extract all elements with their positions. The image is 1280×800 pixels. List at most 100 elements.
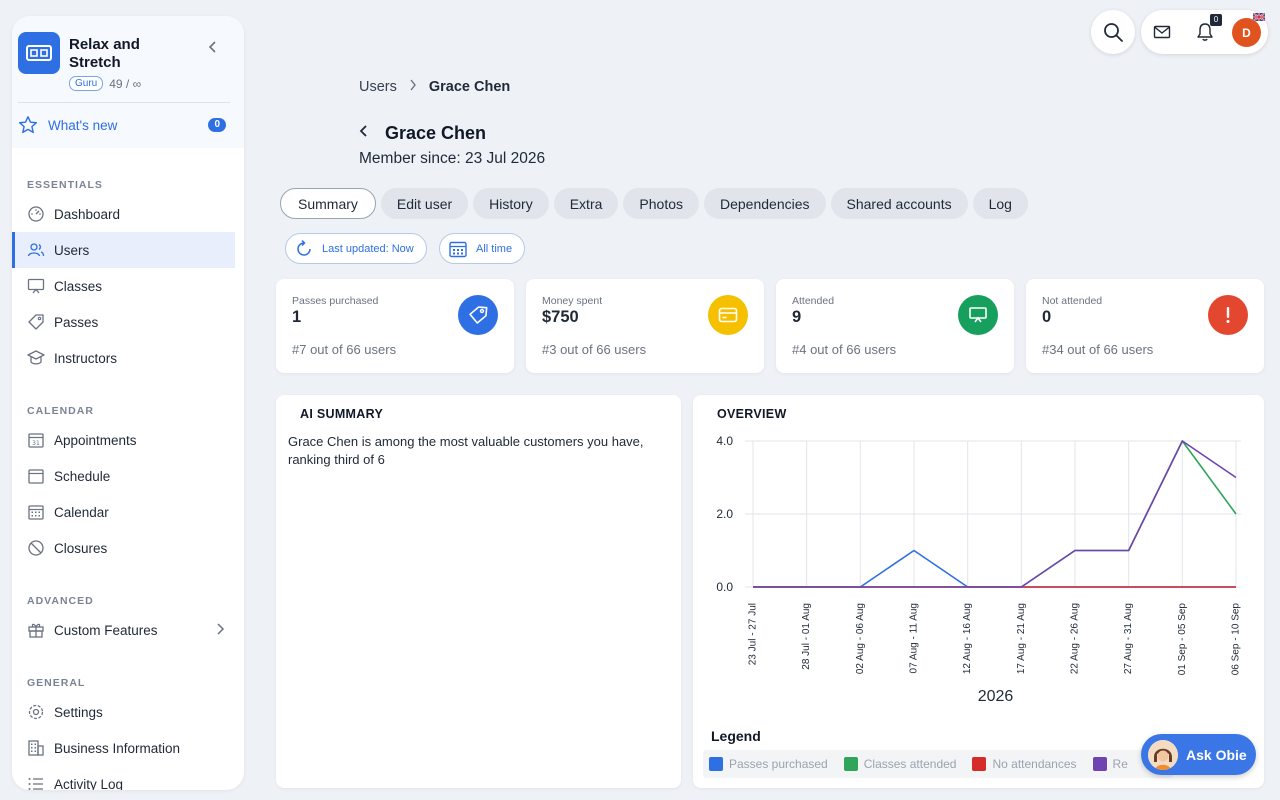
section-calendar: CALENDAR [27,405,94,417]
ai-summary-panel: AI SUMMARY Grace Chen is among the most … [276,395,681,788]
breadcrumb: Users Grace Chen [359,79,510,95]
sidebar-item-calendar[interactable]: Calendar [12,494,235,530]
last-updated-label: Last updated: Now [322,242,414,255]
mail-icon[interactable] [1153,23,1171,41]
collapse-sidebar-icon[interactable] [206,40,222,56]
stat-rank: #34 out of 66 users [1042,342,1154,357]
presentation-icon [958,295,998,335]
building-icon [27,739,45,757]
tab-shared-accounts[interactable]: Shared accounts [830,188,968,219]
x-tick-label: 28 Jul - 01 Aug [801,603,812,670]
legend-title: Legend [711,728,761,744]
date-range-label: All time [476,242,513,255]
x-tick-label: 12 Aug - 16 Aug [962,603,973,674]
sidebar-item-settings[interactable]: Settings [12,694,235,730]
tab-log[interactable]: Log [972,188,1028,219]
gift-icon [27,621,45,639]
stat-value: 1 [292,308,302,326]
usage-count: 49 / ∞ [109,76,142,91]
stat-value: 9 [792,308,802,326]
calendar-31-icon: 31 [27,431,45,449]
uk-flag-icon[interactable] [1253,13,1265,21]
x-tick-label: 06 Sep - 10 Sep [1231,603,1242,676]
sidebar-item-users[interactable]: Users [12,232,235,268]
whats-new-link[interactable]: What's new 0 [18,115,226,135]
sidebar-item-schedule[interactable]: Schedule [12,458,235,494]
sidebar-item-appointments[interactable]: 31 Appointments [12,422,235,458]
sidebar-item-instructors[interactable]: Instructors [12,340,235,376]
exclamation-icon [1208,295,1248,335]
sidebar-item-label: Custom Features [54,622,158,638]
stat-card-money-spent: Money spent $750 #3 out of 66 users [526,279,764,373]
refresh-icon [297,239,311,256]
stat-value: $750 [542,308,579,326]
sidebar-item-label: Closures [54,540,108,556]
y-tick-label: 4.0 [716,434,733,448]
y-tick-label: 2.0 [716,507,733,521]
tab-history[interactable]: History [473,188,549,219]
breadcrumb-users-link[interactable]: Users [359,79,397,95]
back-arrow-icon[interactable] [357,124,371,138]
legend-swatch [972,757,987,771]
sidebar-item-label: Business Information [54,740,181,756]
legend-item[interactable]: Passes purchased [709,757,828,771]
x-tick-label: 27 Aug - 31 Aug [1123,603,1134,674]
list-icon [27,775,45,790]
divider [18,102,230,103]
ask-obie-button[interactable]: Ask Obie [1141,734,1256,775]
tab-dependencies[interactable]: Dependencies [704,188,826,219]
ai-summary-title: AI SUMMARY [300,407,384,421]
stat-value: 0 [1042,308,1052,326]
sidebar-item-closures[interactable]: Closures [12,530,235,566]
brand-meta: Guru 49 / ∞ [69,76,141,91]
calendar-icon [27,467,45,485]
tab-extra[interactable]: Extra [553,188,619,219]
x-tick-label: 17 Aug - 21 Aug [1016,603,1027,674]
topbar-actions: 0 D [1141,10,1268,54]
sidebar-item-dashboard[interactable]: Dashboard [12,196,235,232]
legend-label: No attendances [992,757,1077,771]
svg-text:31: 31 [32,440,40,447]
refresh-chip[interactable]: Last updated: Now [285,233,427,264]
sidebar-item-business-information[interactable]: Business Information [12,730,235,766]
overview-chart: 0.0 2.0 4.0 23 Jul - 27 Jul 28 Jul - 01 Aug 0… [716,434,1242,705]
legend-swatch [1092,757,1107,771]
x-tick-label: 07 Aug - 11 Aug [909,603,920,673]
dashboard-icon [27,205,45,223]
x-tick-label: 22 Aug - 26 Aug [1070,603,1081,674]
avatar[interactable]: D [1232,18,1261,47]
sidebar-item-label: Users [54,242,90,258]
whats-new-label: What's new [48,117,118,133]
search-button[interactable] [1091,10,1135,54]
tag-icon [458,295,498,335]
notification-count: 0 [1210,14,1222,26]
legend-item[interactable]: Classes attended [843,757,957,771]
tab-photos[interactable]: Photos [623,188,699,219]
sidebar: Relax and Stretch Guru 49 / ∞ What's new… [12,16,244,790]
sidebar-item-activity-log[interactable]: Activity Log [12,766,235,790]
stat-label: Money spent [542,295,603,307]
sidebar-item-passes[interactable]: Passes [12,304,235,340]
legend-item[interactable]: Re [1092,757,1128,771]
calendar-icon [449,241,467,257]
legend-swatch [843,757,858,771]
legend-label: Re [1112,757,1128,771]
ai-summary-text: Grace Chen is among the most valuable cu… [288,434,644,467]
legend-item[interactable]: No attendances [972,757,1077,771]
brand-logo[interactable] [18,32,60,74]
sidebar-item-custom-features[interactable]: Custom Features [12,612,235,648]
sidebar-item-label: Passes [54,314,99,330]
date-range-chip[interactable]: All time [439,233,526,264]
calendar-grid-icon [27,503,45,521]
instructor-icon [27,349,45,367]
whats-new-count: 0 [208,118,226,132]
tab-summary[interactable]: Summary [280,188,376,219]
legend-label: Classes attended [863,757,957,771]
sidebar-item-label: Calendar [54,504,109,520]
sidebar-item-label: Schedule [54,468,111,484]
tab-edit-user[interactable]: Edit user [380,188,469,219]
stat-label: Not attended [1042,295,1103,307]
chevron-right-icon [409,79,417,95]
sidebar-item-label: Classes [54,278,103,294]
sidebar-item-classes[interactable]: Classes [12,268,235,304]
